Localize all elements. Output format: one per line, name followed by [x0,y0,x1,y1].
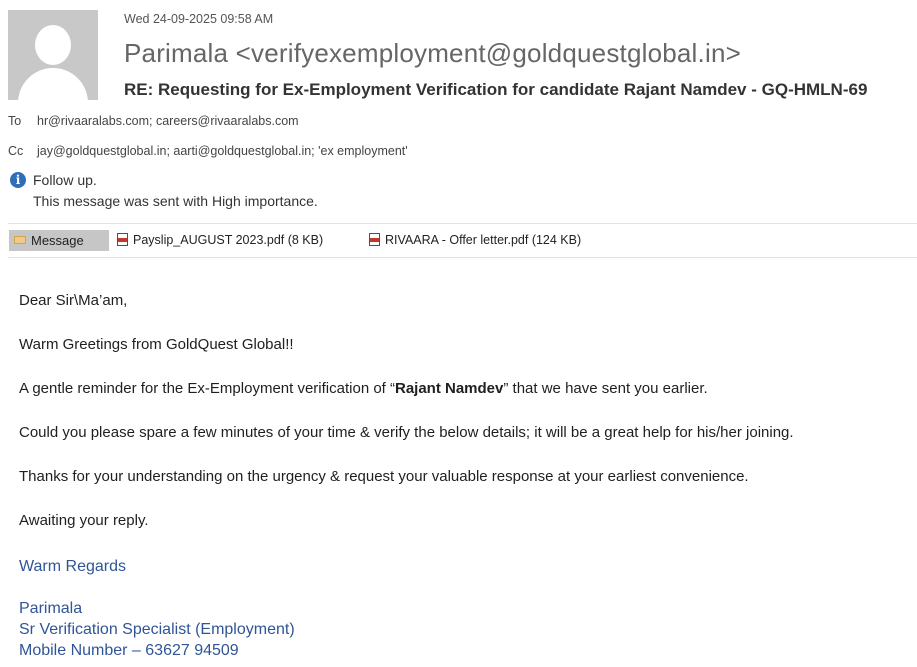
body-line: Awaiting your reply. [19,512,149,529]
body-line: Thanks for your understanding on the urg… [19,468,749,485]
body-line-reminder: A gentle reminder for the Ex-Employment … [19,380,708,397]
message-tab-label: Message [31,233,84,248]
to-label: To [8,114,22,128]
body-line: Warm Greetings from GoldQuest Global!! [19,336,294,353]
to-recipients[interactable]: hr@rivaaralabs.com; careers@rivaaralabs.… [37,114,299,128]
avatar-head-shape [35,25,71,65]
attachment-payslip[interactable]: Payslip_AUGUST 2023.pdf (8 KB) [117,233,323,247]
attachment-offer-letter[interactable]: RIVAARA - Offer letter.pdf (124 KB) [369,233,581,247]
signature-closing: Warm Regards [19,558,126,575]
sender-name[interactable]: Parimala <verifyexemployment@goldquestgl… [124,38,741,69]
divider [8,257,917,258]
importance-notice: This message was sent with High importan… [33,193,318,209]
cc-recipients[interactable]: jay@goldquestglobal.in; aarti@goldquestg… [37,144,408,158]
pdf-icon [117,233,128,246]
sent-date: Wed 24-09-2025 09:58 AM [124,12,274,26]
candidate-name: Rajant Namdev [395,380,504,397]
attachment-name: Payslip_AUGUST 2023.pdf (8 KB) [133,233,324,247]
greeting: Dear Sir\Ma’am, [19,292,128,309]
attachment-name: RIVAARA - Offer letter.pdf (124 KB) [385,233,582,247]
sender-avatar [8,10,98,100]
signature-title: Sr Verification Specialist (Employment) [19,621,295,638]
info-icon: i [10,172,26,188]
text-segment: A gentle reminder for the Ex-Employment … [19,380,395,397]
pdf-icon [369,233,380,246]
email-subject: RE: Requesting for Ex-Employment Verific… [124,80,868,99]
signature-mobile: Mobile Number – 63627 94509 [19,642,239,659]
avatar-body-shape [18,68,88,100]
signature-name: Parimala [19,600,83,617]
cc-label: Cc [8,144,24,158]
message-tab[interactable]: Message [9,230,109,251]
divider [8,223,917,224]
body-line: Could you please spare a few minutes of … [19,424,794,441]
text-segment: ” that we have sent you earlier. [503,380,708,397]
envelope-icon [14,236,26,244]
follow-up-flag-text: Follow up. [33,172,97,188]
